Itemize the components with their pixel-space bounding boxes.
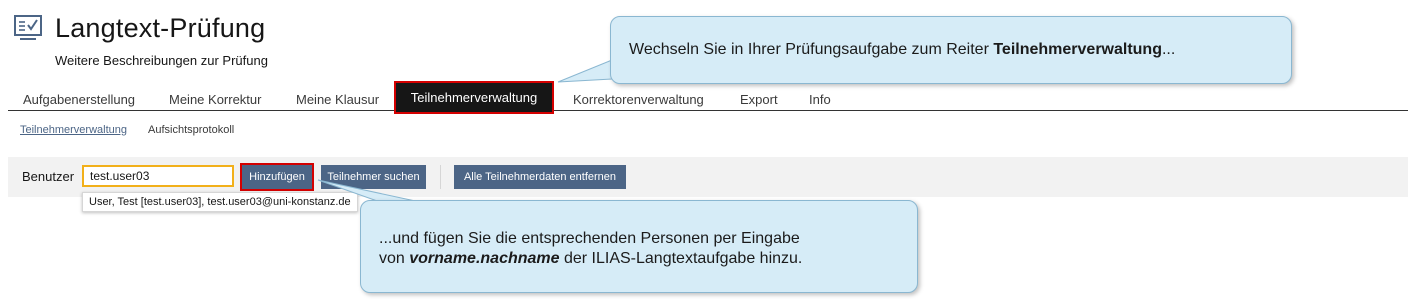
autocomplete-suggestion[interactable]: User, Test [test.user03], test.user03@un…	[82, 192, 358, 212]
subtab-teilnehmerverwaltung[interactable]: Teilnehmerverwaltung	[20, 124, 127, 136]
tabs-divider	[8, 110, 1408, 111]
tab-meine-klausur[interactable]: Meine Klausur	[296, 92, 379, 107]
instruction-callout-1: Wechseln Sie in Ihrer Prüfungsaufgabe zu…	[610, 16, 1292, 84]
search-participants-button[interactable]: Teilnehmer suchen	[321, 165, 426, 189]
remove-all-participant-data-button[interactable]: Alle Teilnehmerdaten entfernen	[454, 165, 626, 189]
page-title: Langtext-Prüfung	[55, 13, 266, 43]
callout-1-text: Wechseln Sie in Ihrer Prüfungsaufgabe zu…	[629, 41, 1176, 58]
tab-info[interactable]: Info	[809, 92, 831, 107]
add-button[interactable]: Hinzufügen	[242, 165, 312, 189]
user-search-input[interactable]	[82, 165, 234, 187]
tab-aufgabenerstellung[interactable]: Aufgabenerstellung	[23, 92, 135, 107]
toolbar-separator	[440, 165, 441, 189]
tab-export[interactable]: Export	[740, 92, 778, 107]
test-clipboard-icon	[14, 15, 42, 40]
callout-2-text: ...und fügen Sie die entsprechenden Pers…	[379, 230, 803, 267]
subtab-aufsichtsprotokoll[interactable]: Aufsichtsprotokoll	[148, 124, 234, 136]
user-label: Benutzer	[22, 169, 75, 184]
page-description: Weitere Beschreibungen zur Prüfung	[55, 53, 268, 68]
tab-teilnehmerverwaltung[interactable]: Teilnehmerverwaltung	[394, 81, 554, 114]
tab-korrektorenverwaltung[interactable]: Korrektorenverwaltung	[573, 92, 704, 107]
tab-teilnehmerverwaltung-label: Teilnehmerverwaltung	[410, 90, 538, 105]
instruction-callout-2: ...und fügen Sie die entsprechenden Pers…	[360, 200, 918, 293]
tab-meine-korrektur[interactable]: Meine Korrektur	[169, 92, 261, 107]
